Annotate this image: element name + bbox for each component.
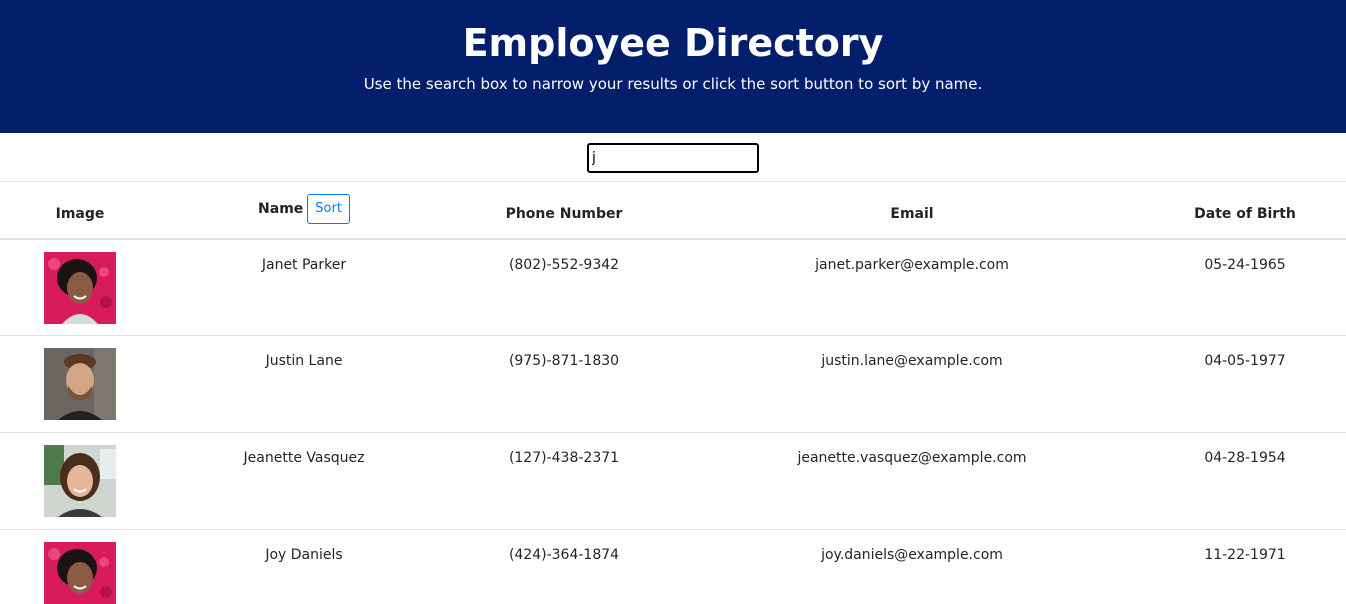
search-input[interactable] — [587, 143, 759, 173]
employee-email: janet.parker@example.com — [815, 256, 1009, 273]
employee-table: Image Name Sort Phone Number Email Date … — [0, 181, 1346, 604]
page-header: Employee Directory Use the search box to… — [0, 0, 1346, 133]
employee-photo — [44, 542, 116, 604]
employee-dob: 04-28-1954 — [1144, 432, 1346, 530]
table-row: Justin Lane (975)-871-1830 justin.lane@e… — [0, 335, 1346, 433]
page-subtitle: Use the search box to narrow your result… — [363, 75, 983, 93]
employee-phone: (127)-438-2371 — [448, 432, 680, 530]
table-row: Joy Daniels (424)-364-1874 joy.daniels@e… — [0, 529, 1346, 604]
column-header-name-label: Name — [258, 200, 304, 217]
employee-email: jeanette.vasquez@example.com — [680, 432, 1144, 530]
column-header-name: Name Sort — [160, 181, 448, 240]
image-cell — [0, 335, 160, 433]
employee-photo — [44, 445, 116, 517]
employee-dob: 04-05-1977 — [1144, 335, 1346, 433]
employee-phone: (424)-364-1874 — [448, 529, 680, 604]
image-cell — [0, 239, 160, 336]
employee-name: Joy Daniels — [160, 529, 448, 604]
image-cell — [0, 432, 160, 530]
employee-name: Janet Parker — [261, 256, 347, 273]
table-row: Janet Parker (802)-552-9342 janet.parker… — [0, 239, 1346, 336]
table-header-row: Image Name Sort Phone Number Email Date … — [0, 181, 1346, 240]
table-row: Jeanette Vasquez (127)-438-2371 jeanette… — [0, 432, 1346, 530]
employee-name: Justin Lane — [160, 335, 448, 433]
employee-phone: (975)-871-1830 — [448, 335, 680, 433]
search-bar — [0, 133, 1346, 181]
sort-button[interactable]: Sort — [307, 193, 350, 224]
employee-email: justin.lane@example.com — [680, 335, 1144, 433]
employee-dob: 05-24-1965 — [1204, 256, 1286, 273]
column-header-image: Image — [0, 181, 160, 240]
employee-photo — [44, 348, 116, 420]
employee-dob: 11-22-1971 — [1144, 529, 1346, 604]
employee-email: joy.daniels@example.com — [680, 529, 1144, 604]
employee-photo — [44, 251, 116, 324]
page-title: Employee Directory — [462, 21, 884, 65]
employee-phone: (802)-552-9342 — [508, 256, 620, 273]
column-header-dob: Date of Birth — [1144, 181, 1346, 240]
image-cell — [0, 529, 160, 604]
column-header-phone: Phone Number — [448, 181, 680, 240]
column-header-email: Email — [680, 181, 1144, 240]
employee-name: Jeanette Vasquez — [160, 432, 448, 530]
